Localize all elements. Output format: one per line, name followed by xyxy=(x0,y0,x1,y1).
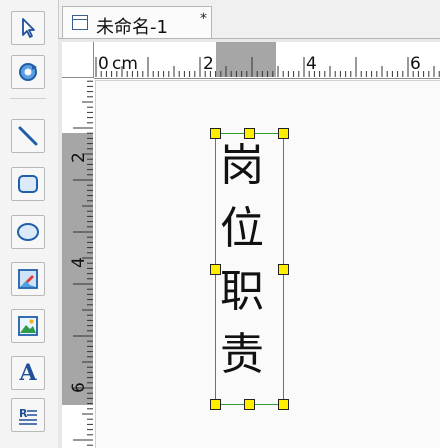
resize-handle-bottom[interactable] xyxy=(244,399,255,410)
svg-text:R: R xyxy=(19,407,28,420)
ruler-corner xyxy=(62,42,94,78)
selection-box[interactable] xyxy=(215,133,284,405)
ruler-selection-highlight xyxy=(216,42,276,77)
ruler-label-v4: 4 xyxy=(69,257,89,268)
image-edit-icon xyxy=(18,269,38,289)
resize-handle-right[interactable] xyxy=(278,264,289,275)
rotate-tool-button[interactable] xyxy=(11,55,45,89)
ruler-label-0: 0 xyxy=(98,54,109,74)
tab-title: 未命名-1 xyxy=(96,17,168,38)
select-arrow-icon xyxy=(22,18,35,38)
paragraph-tool-button[interactable]: R xyxy=(11,398,45,432)
text-tool-button[interactable]: A xyxy=(11,356,45,390)
ruler-label-v2: 2 xyxy=(69,152,89,163)
line-icon xyxy=(18,126,38,146)
line-tool-button[interactable] xyxy=(11,119,45,153)
vertical-ruler-scale: 2 4 6 xyxy=(62,80,93,446)
horizontal-ruler-scale: 0 cm 2 4 6 xyxy=(64,42,440,77)
resize-handle-bottom-left[interactable] xyxy=(210,399,221,410)
ruler-label-6: 6 xyxy=(410,54,421,74)
toolbar-separator xyxy=(10,98,46,99)
vertical-ruler: 2 4 6 xyxy=(62,78,95,448)
resize-handle-top-left[interactable] xyxy=(210,128,221,139)
ruler-label-2: 2 xyxy=(203,54,214,74)
resize-handle-top-right[interactable] xyxy=(278,128,289,139)
ruler-selection-highlight-v xyxy=(62,133,93,405)
ruler-label-v6: 6 xyxy=(69,382,89,393)
resize-handle-left[interactable] xyxy=(210,264,221,275)
resize-handle-bottom-right[interactable] xyxy=(278,399,289,410)
picture-icon xyxy=(18,316,38,336)
image-edit-tool-button[interactable] xyxy=(11,262,45,296)
rotate-icon xyxy=(19,63,37,81)
ellipse-tool-button[interactable] xyxy=(11,215,45,249)
ruler-label-4: 4 xyxy=(306,54,317,74)
ellipse-icon xyxy=(17,223,39,241)
horizontal-ruler: 0 cm 2 4 6 xyxy=(62,42,440,79)
ruler-unit: cm xyxy=(112,54,138,74)
text-icon: A xyxy=(19,360,37,386)
rectangle-tool-button[interactable] xyxy=(11,167,45,201)
rectangle-icon xyxy=(18,175,38,193)
paragraph-icon: R xyxy=(19,407,37,425)
document-tab[interactable]: 未命名-1 * xyxy=(62,6,212,38)
picture-tool-button[interactable] xyxy=(11,309,45,343)
tab-modified-marker: * xyxy=(200,11,207,27)
document-icon xyxy=(72,15,88,30)
toolbar: A R xyxy=(0,0,59,448)
resize-handle-top[interactable] xyxy=(244,128,255,139)
select-tool-button[interactable] xyxy=(11,11,45,45)
